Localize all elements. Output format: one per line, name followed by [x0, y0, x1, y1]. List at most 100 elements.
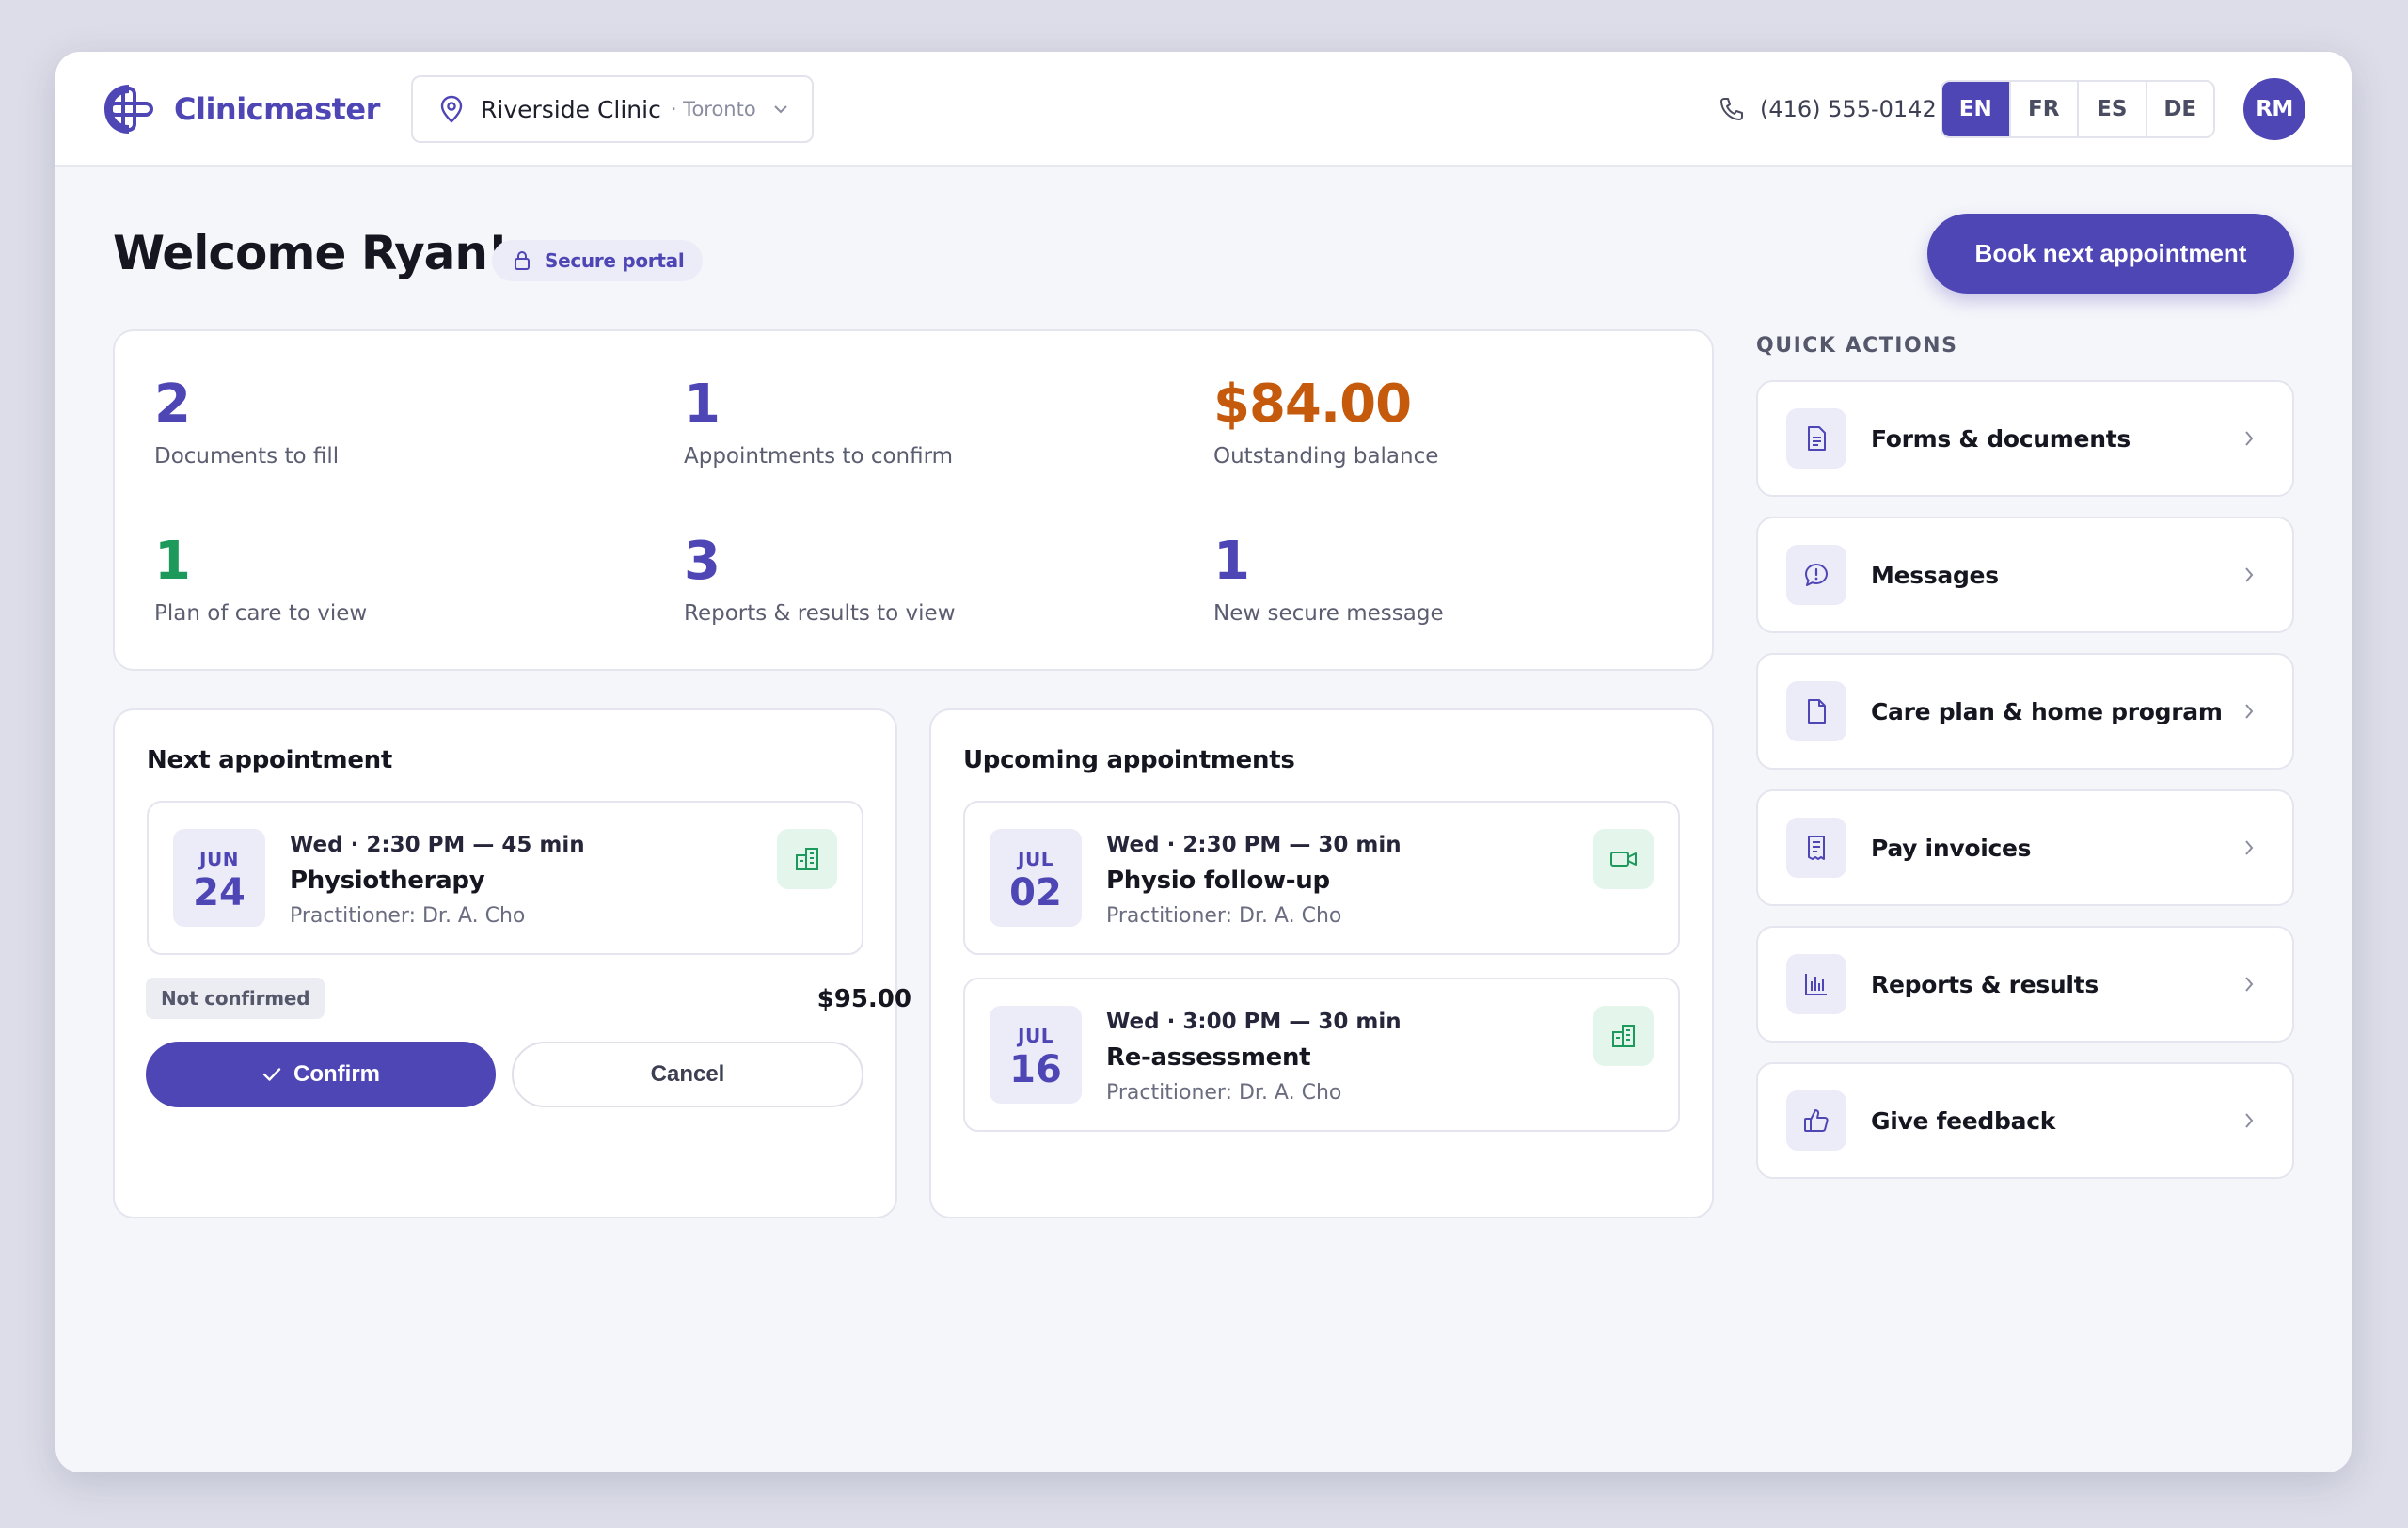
date-day: 24: [193, 871, 246, 915]
confirm-label: Confirm: [293, 1061, 380, 1087]
date-badge: JUN 24: [173, 829, 265, 927]
appointment-type: Re-assessment: [1106, 1043, 1311, 1072]
location-pin-icon: [440, 95, 463, 123]
lang-de-button[interactable]: DE: [2147, 82, 2214, 136]
document-icon: [1786, 408, 1846, 469]
quick-action-feedback[interactable]: Give feedback: [1756, 1062, 2294, 1179]
stat-label: Documents to fill: [154, 444, 340, 469]
quick-action-label: Pay invoices: [1871, 834, 2032, 862]
lang-es-button[interactable]: ES: [2079, 82, 2147, 136]
clinic-city: · Toronto: [670, 98, 756, 120]
clinic-selector[interactable]: Riverside Clinic · Toronto: [411, 75, 814, 143]
top-bar: Clinicmaster Riverside Clinic · Toronto …: [55, 52, 2352, 167]
brand[interactable]: Clinicmaster: [101, 80, 380, 138]
stat-plan-of-care[interactable]: 1 Plan of care to view: [154, 531, 368, 627]
video-icon: [1610, 852, 1637, 867]
chevron-right-icon: [2245, 840, 2254, 855]
quick-action-forms[interactable]: Forms & documents: [1756, 380, 2294, 497]
brand-name: Clinicmaster: [174, 91, 380, 127]
chevron-right-icon: [2245, 567, 2254, 582]
cancel-button[interactable]: Cancel: [512, 1042, 863, 1107]
invoice-icon: [1786, 818, 1846, 878]
clinic-name: Riverside Clinic: [481, 95, 661, 123]
stat-label: New secure message: [1213, 601, 1444, 626]
quick-action-pay-invoices[interactable]: Pay invoices: [1756, 789, 2294, 906]
upcoming-appointments-title: Upcoming appointments: [963, 746, 1295, 774]
user-avatar[interactable]: RM: [2243, 78, 2305, 140]
quick-actions-heading: QUICK ACTIONS: [1756, 334, 1958, 358]
thumbs-up-icon: [1786, 1090, 1846, 1151]
lock-icon: [515, 250, 530, 270]
phone-icon: [1720, 98, 1743, 120]
appointment-practitioner: Practitioner: Dr. A. Cho: [1106, 904, 1342, 928]
welcome-heading: Welcome Ryan!: [113, 226, 509, 280]
stat-value: 1: [154, 531, 191, 592]
building-icon: [796, 848, 818, 870]
appointment-type: Physio follow-up: [1106, 867, 1330, 895]
book-appointment-button[interactable]: Book next appointment: [1927, 214, 2294, 294]
upcoming-appointments-card: [929, 708, 1714, 1218]
stat-documents[interactable]: 2 Documents to fill: [154, 374, 340, 470]
date-month: JUL: [1018, 848, 1054, 870]
appointment-practitioner: Practitioner: Dr. A. Cho: [1106, 1081, 1342, 1105]
in-clinic-badge: [1593, 1006, 1654, 1066]
next-appointment-card: [113, 708, 897, 1218]
stat-label: Appointments to confirm: [684, 444, 954, 469]
quick-action-label: Care plan & home program: [1871, 697, 2223, 725]
clinic-phone[interactable]: (416) 555-0142: [1719, 89, 1937, 129]
appointment-type: Physiotherapy: [290, 867, 485, 895]
clinic-logo-icon: [104, 85, 153, 134]
status-badge: Not confirmed: [146, 978, 325, 1019]
quick-action-label: Give feedback: [1871, 1106, 2056, 1135]
quick-action-label: Messages: [1871, 561, 1999, 589]
chevron-down-icon: [773, 105, 787, 114]
chevron-right-icon: [2245, 704, 2254, 719]
summary-stats-card: 2 Documents to fill 1 Appointments to co…: [113, 329, 1714, 671]
quick-action-label: Forms & documents: [1871, 424, 2131, 453]
stat-value: 3: [684, 531, 721, 592]
upcoming-appointment-item[interactable]: JUL 02 Wed · 2:30 PM — 30 min Physio fol…: [963, 801, 1680, 955]
stat-value: 1: [1213, 531, 1250, 592]
upcoming-appointment-item[interactable]: JUL 16 Wed · 3:00 PM — 30 min Re-assessm…: [963, 978, 1680, 1132]
app-window: Clinicmaster Riverside Clinic · Toronto …: [55, 52, 2352, 1472]
quick-action-messages[interactable]: Messages: [1756, 517, 2294, 633]
chevron-right-icon: [2245, 1113, 2254, 1128]
message-icon: [1786, 545, 1846, 605]
stat-appointments[interactable]: 1 Appointments to confirm: [684, 374, 954, 470]
date-day: 16: [1009, 1048, 1062, 1091]
quick-action-reports[interactable]: Reports & results: [1756, 926, 2294, 1043]
stat-messages[interactable]: 1 New secure message: [1213, 531, 1444, 627]
date-month: JUN: [199, 848, 239, 870]
date-month: JUL: [1018, 1025, 1054, 1047]
lang-en-button[interactable]: EN: [1942, 82, 2011, 136]
quick-action-care-plan[interactable]: Care plan & home program: [1756, 653, 2294, 770]
phone-number: (416) 555-0142: [1760, 96, 1937, 122]
stat-balance[interactable]: $84.00 Outstanding balance: [1213, 374, 1439, 470]
check-icon: [262, 1068, 281, 1081]
appointment-time: Wed · 2:30 PM — 30 min: [1106, 833, 1402, 857]
stat-label: Reports & results to view: [684, 601, 956, 626]
appointment-price: $95.00: [816, 985, 911, 1013]
date-day: 02: [1009, 871, 1062, 915]
building-icon: [1612, 1025, 1635, 1047]
lang-fr-button[interactable]: FR: [2011, 82, 2079, 136]
language-switcher: EN FR ES DE: [1941, 80, 2215, 138]
appointment-practitioner: Practitioner: Dr. A. Cho: [290, 904, 526, 928]
date-badge: JUL 16: [990, 1006, 1082, 1104]
secure-portal-badge: Secure portal: [492, 240, 704, 281]
stat-label: Outstanding balance: [1213, 444, 1439, 469]
chart-icon: [1786, 954, 1846, 1014]
stat-value: 1: [684, 374, 721, 435]
appointment-time: Wed · 2:30 PM — 45 min: [290, 833, 585, 857]
chevron-right-icon: [2245, 431, 2254, 446]
next-appointment-item[interactable]: JUN 24 Wed · 2:30 PM — 45 min Physiother…: [147, 801, 863, 955]
appointment-time: Wed · 3:00 PM — 30 min: [1106, 1010, 1402, 1034]
confirm-button[interactable]: Confirm: [146, 1042, 496, 1107]
stat-value: 2: [154, 374, 191, 435]
stat-label: Plan of care to view: [154, 601, 368, 626]
file-icon: [1786, 681, 1846, 741]
next-appointment-title: Next appointment: [147, 746, 392, 774]
stat-reports[interactable]: 3 Reports & results to view: [684, 531, 956, 627]
quick-action-label: Reports & results: [1871, 970, 2099, 998]
stat-value: $84.00: [1213, 374, 1412, 435]
